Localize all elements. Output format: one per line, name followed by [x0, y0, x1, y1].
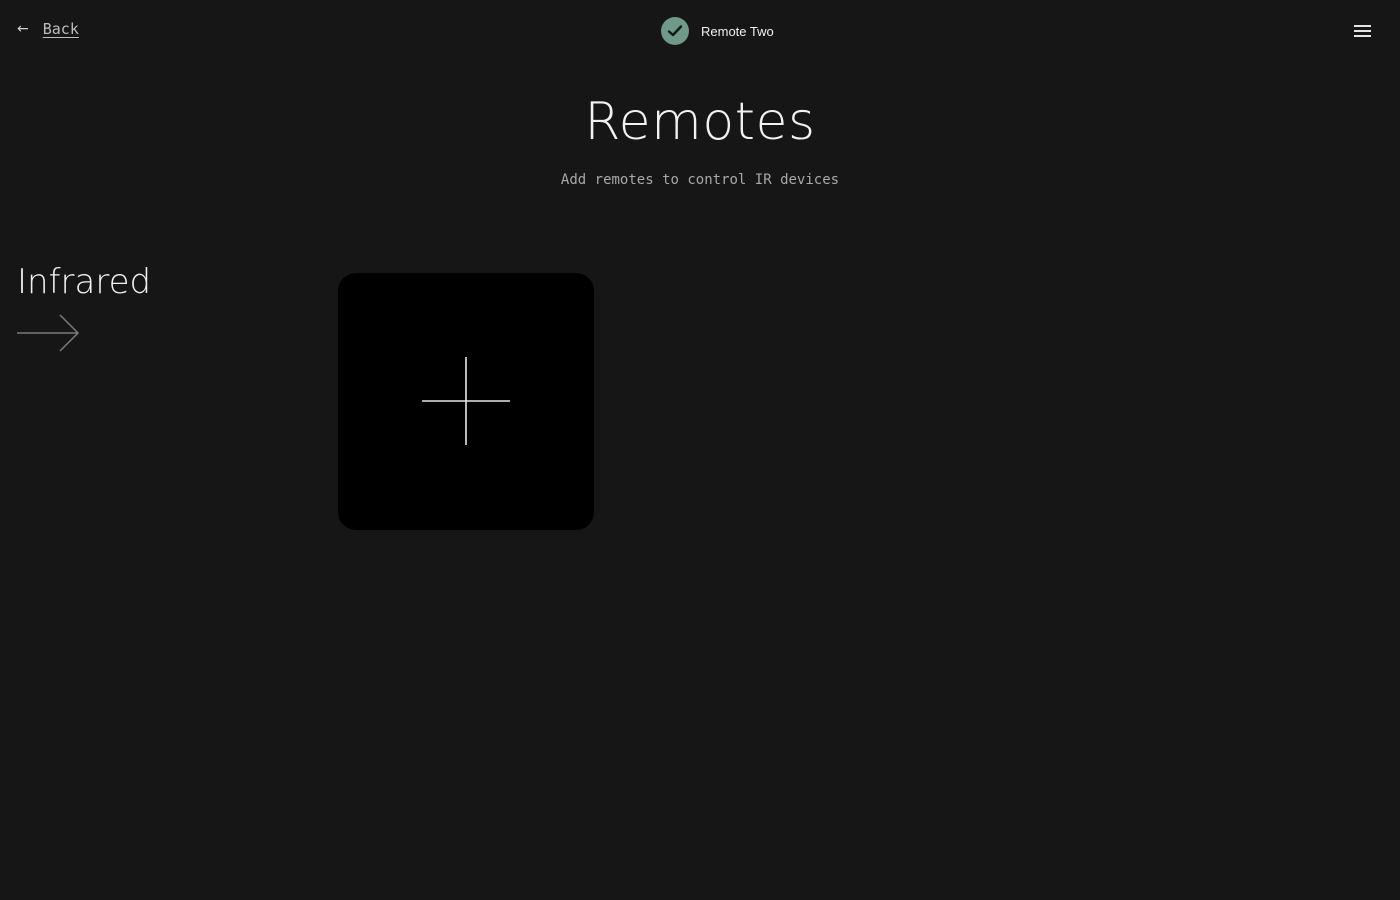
arrow-right-icon [17, 314, 81, 357]
page-title: Remotes [584, 92, 816, 152]
section-title-infrared: Infrared [17, 262, 152, 302]
device-status: Remote Two [661, 17, 774, 45]
back-label: Back [42, 20, 79, 38]
arrow-left-icon: ← [17, 21, 29, 37]
page-subtitle: Add remotes to control IR devices [560, 172, 840, 188]
device-name: Remote Two [701, 23, 774, 39]
hamburger-menu-icon[interactable] [1352, 22, 1374, 40]
add-remote-tile[interactable] [338, 273, 594, 530]
top-bar: ← Back Remote Two [0, 0, 1400, 64]
back-button[interactable]: ← Back [17, 20, 79, 38]
check-circle-icon [661, 17, 689, 45]
plus-icon [422, 357, 510, 445]
